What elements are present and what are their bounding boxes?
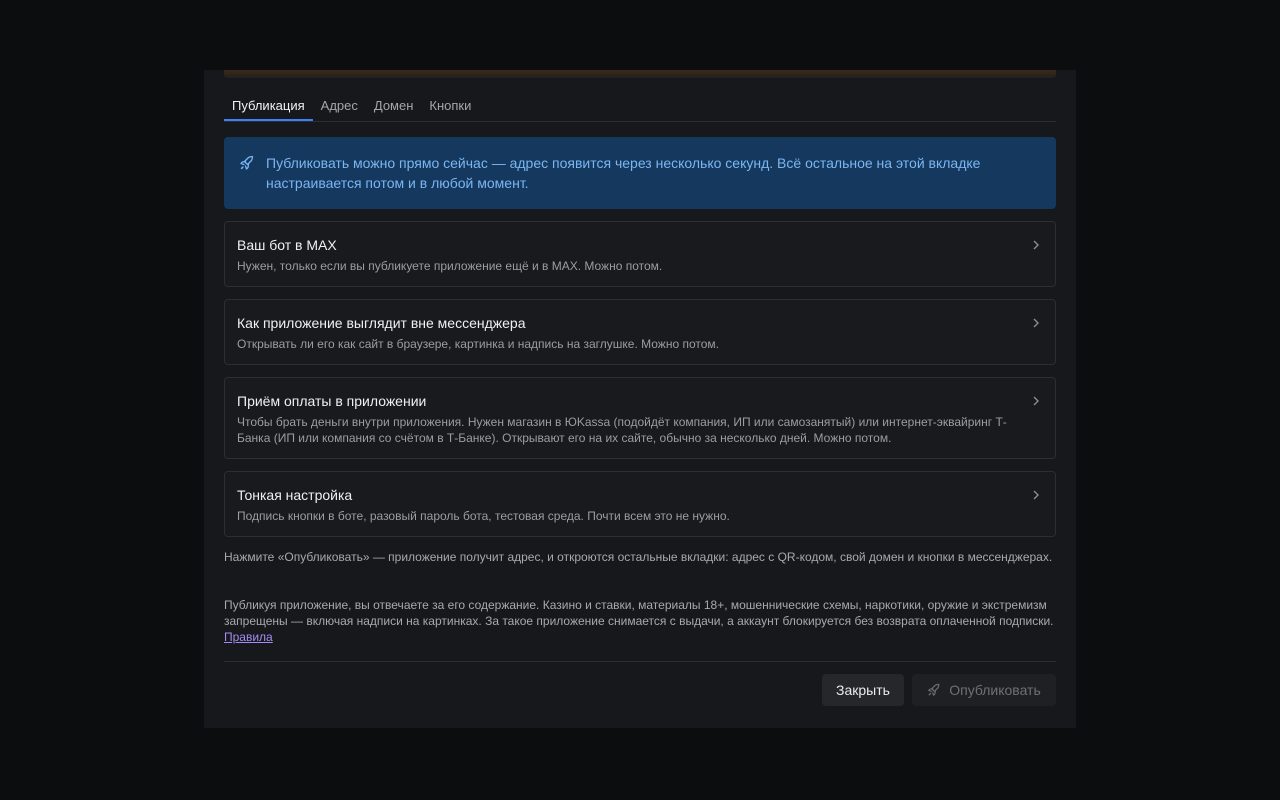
chevron-right-icon (1033, 318, 1039, 328)
card-description: Нужен, только если вы публикуете приложе… (237, 259, 663, 273)
card-title: Как приложение выглядит вне мессенджера (237, 315, 526, 331)
tab-publication[interactable]: Публикация (224, 92, 313, 121)
tab-address[interactable]: Адрес (313, 92, 366, 120)
tab-domain[interactable]: Домен (366, 92, 422, 120)
card-max-bot[interactable]: Ваш бот в MAX Нужен, только если вы публ… (224, 221, 1056, 287)
info-banner: Публиковать можно прямо сейчас — адрес п… (224, 137, 1056, 209)
chevron-right-icon (1033, 490, 1039, 500)
card-advanced-settings[interactable]: Тонкая настройка Подпись кнопки в боте, … (224, 471, 1056, 537)
responsibility-text: Публикуя приложение, вы отвечаете за его… (224, 598, 1054, 628)
header-image-strip (224, 70, 1056, 78)
card-description: Открывать ли его как сайт в браузере, ка… (237, 337, 719, 351)
footer-divider (224, 661, 1056, 662)
card-description: Чтобы брать деньги внутри приложения. Ну… (237, 415, 1007, 445)
chevron-right-icon (1033, 396, 1039, 406)
banner-text: Публиковать можно прямо сейчас — адрес п… (266, 155, 981, 191)
close-button[interactable]: Закрыть (822, 674, 904, 706)
publish-label: Опубликовать (949, 682, 1041, 698)
tab-bar: Публикация Адрес Домен Кнопки (224, 92, 1056, 122)
rocket-icon (240, 155, 254, 170)
responsibility-note: Публикуя приложение, вы отвечаете за его… (224, 597, 1056, 645)
tab-buttons[interactable]: Кнопки (421, 92, 479, 120)
publish-dialog: Публикация Адрес Домен Кнопки Публиковат… (204, 70, 1076, 728)
rocket-icon (928, 683, 940, 696)
rules-link[interactable]: Правила (224, 630, 273, 644)
publish-hint: Нажмите «Опубликовать» — приложение полу… (224, 550, 1053, 564)
card-description: Подпись кнопки в боте, разовый пароль бо… (237, 509, 730, 523)
publish-button[interactable]: Опубликовать (912, 674, 1056, 706)
card-outside-messenger[interactable]: Как приложение выглядит вне мессенджера … (224, 299, 1056, 365)
card-title: Ваш бот в MAX (237, 237, 337, 253)
card-payments[interactable]: Приём оплаты в приложении Чтобы брать де… (224, 377, 1056, 459)
chevron-right-icon (1033, 240, 1039, 250)
card-title: Приём оплаты в приложении (237, 393, 427, 409)
card-title: Тонкая настройка (237, 487, 353, 503)
